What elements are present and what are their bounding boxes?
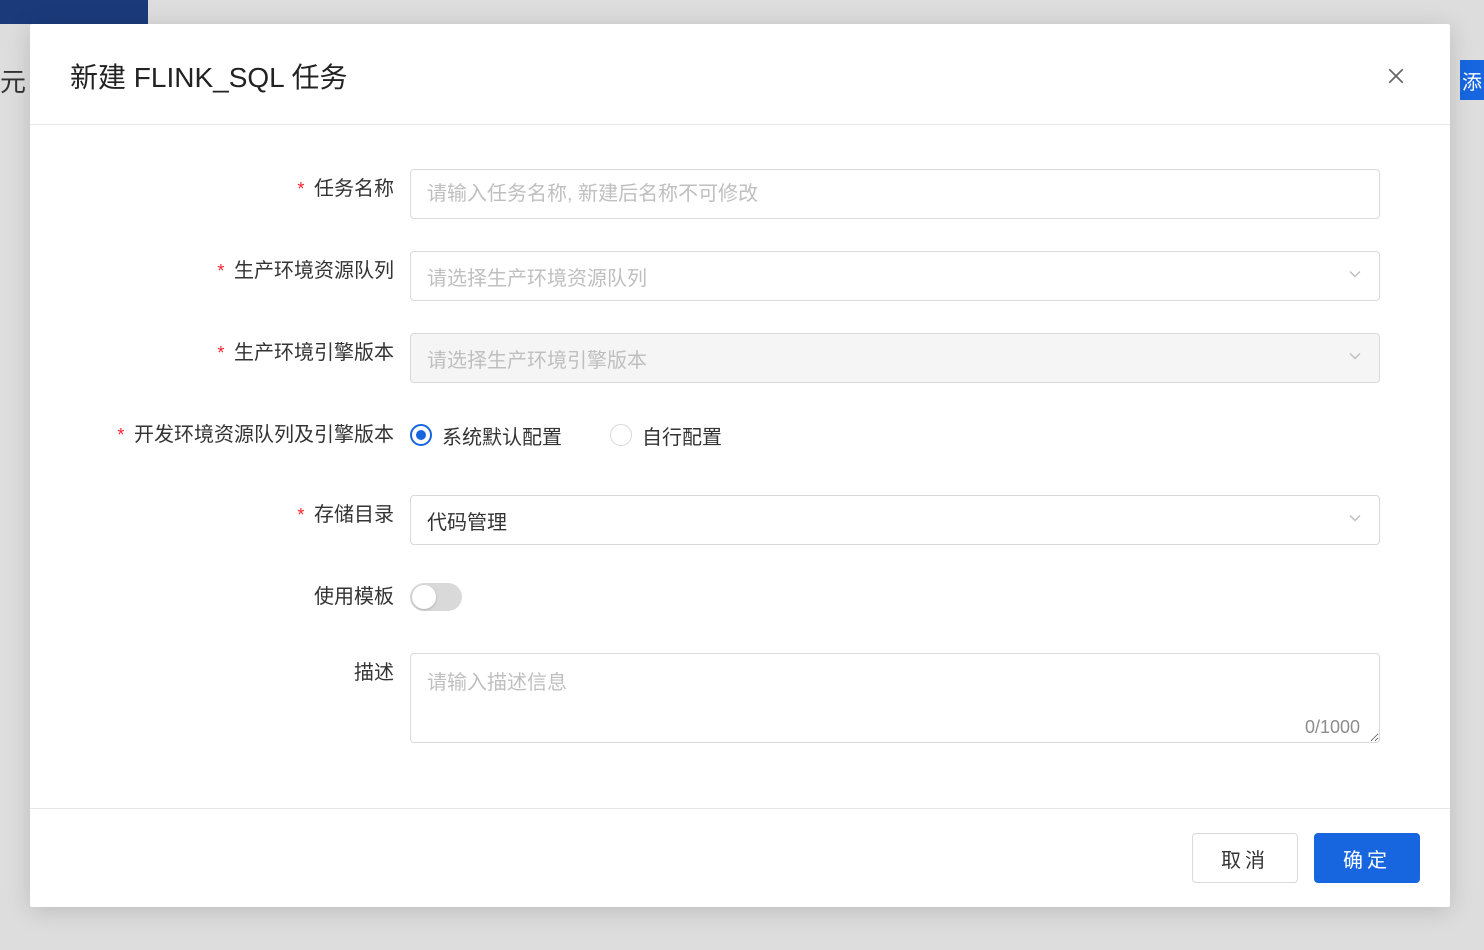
description-control: 0/1000 bbox=[410, 653, 1380, 748]
prod-engine-label-text: 生产环境引擎版本 bbox=[234, 342, 394, 364]
storage-dir-label: * 存储目录 bbox=[70, 495, 410, 535]
use-template-label: 使用模板 bbox=[70, 577, 410, 617]
radio-circle-unchecked bbox=[610, 424, 632, 446]
storage-dir-control: 代码管理 bbox=[410, 495, 1380, 545]
close-button[interactable] bbox=[1382, 62, 1410, 90]
toggle-knob bbox=[412, 585, 436, 609]
dev-config-label-text: 开发环境资源队列及引擎版本 bbox=[134, 424, 394, 446]
prod-queue-label: * 生产环境资源队列 bbox=[70, 251, 410, 291]
storage-dir-label-text: 存储目录 bbox=[314, 504, 394, 526]
storage-dir-select[interactable]: 代码管理 bbox=[410, 495, 1380, 545]
chevron-down-icon bbox=[1347, 265, 1363, 288]
radio-custom-label: 自行配置 bbox=[642, 421, 722, 450]
radio-system-label: 系统默认配置 bbox=[442, 421, 562, 450]
required-star: * bbox=[217, 343, 224, 363]
description-label-text: 描述 bbox=[354, 662, 394, 684]
dev-config-row: * 开发环境资源队列及引擎版本 系统默认配置 自行配置 bbox=[70, 415, 1410, 455]
task-name-label: * 任务名称 bbox=[70, 169, 410, 209]
prod-queue-select[interactable]: 请选择生产环境资源队列 bbox=[410, 251, 1380, 301]
use-template-control bbox=[410, 583, 1380, 611]
modal-header: 新建 FLINK_SQL 任务 bbox=[30, 24, 1450, 125]
modal-title: 新建 FLINK_SQL 任务 bbox=[70, 56, 347, 96]
prod-queue-control: 请选择生产环境资源队列 bbox=[410, 251, 1380, 301]
task-name-label-text: 任务名称 bbox=[314, 178, 394, 200]
prod-queue-row: * 生产环境资源队列 请选择生产环境资源队列 bbox=[70, 251, 1410, 301]
use-template-label-text: 使用模板 bbox=[314, 586, 394, 608]
radio-system-default[interactable]: 系统默认配置 bbox=[410, 421, 562, 450]
prod-engine-control: 请选择生产环境引擎版本 bbox=[410, 333, 1380, 383]
background-partial-text: 元 bbox=[0, 62, 24, 99]
confirm-button[interactable]: 确定 bbox=[1314, 833, 1420, 883]
required-star: * bbox=[117, 425, 124, 445]
task-name-input[interactable] bbox=[410, 169, 1380, 219]
create-task-modal: 新建 FLINK_SQL 任务 * 任务名称 * 生产环境资源队列 bbox=[30, 24, 1450, 907]
dev-config-radio-group: 系统默认配置 自行配置 bbox=[410, 415, 1380, 455]
prod-engine-placeholder: 请选择生产环境引擎版本 bbox=[427, 344, 647, 373]
use-template-row: 使用模板 bbox=[70, 577, 1410, 617]
description-label: 描述 bbox=[70, 653, 410, 693]
cancel-button[interactable]: 取消 bbox=[1192, 833, 1298, 883]
modal-footer: 取消 确定 bbox=[30, 808, 1450, 907]
dev-config-control: 系统默认配置 自行配置 bbox=[410, 415, 1380, 455]
prod-queue-placeholder: 请选择生产环境资源队列 bbox=[427, 262, 647, 291]
background-header-segment bbox=[0, 0, 148, 24]
task-name-row: * 任务名称 bbox=[70, 169, 1410, 219]
prod-engine-label: * 生产环境引擎版本 bbox=[70, 333, 410, 373]
dev-config-label: * 开发环境资源队列及引擎版本 bbox=[70, 415, 410, 455]
chevron-down-icon bbox=[1347, 509, 1363, 532]
required-star: * bbox=[297, 179, 304, 199]
chevron-down-icon bbox=[1347, 347, 1363, 370]
modal-body: * 任务名称 * 生产环境资源队列 请选择生产环境资源队列 bbox=[30, 125, 1450, 808]
description-textarea[interactable] bbox=[410, 653, 1380, 743]
description-row: 描述 0/1000 bbox=[70, 653, 1410, 748]
radio-circle-checked bbox=[410, 424, 432, 446]
prod-queue-label-text: 生产环境资源队列 bbox=[234, 260, 394, 282]
radio-custom-config[interactable]: 自行配置 bbox=[610, 421, 722, 450]
task-name-control bbox=[410, 169, 1380, 219]
background-add-button: 添 bbox=[1460, 60, 1484, 100]
prod-engine-select[interactable]: 请选择生产环境引擎版本 bbox=[410, 333, 1380, 383]
prod-engine-row: * 生产环境引擎版本 请选择生产环境引擎版本 bbox=[70, 333, 1410, 383]
required-star: * bbox=[297, 505, 304, 525]
close-icon bbox=[1387, 67, 1405, 85]
required-star: * bbox=[217, 261, 224, 281]
storage-dir-value: 代码管理 bbox=[427, 506, 507, 535]
use-template-toggle[interactable] bbox=[410, 583, 462, 611]
storage-dir-row: * 存储目录 代码管理 bbox=[70, 495, 1410, 545]
